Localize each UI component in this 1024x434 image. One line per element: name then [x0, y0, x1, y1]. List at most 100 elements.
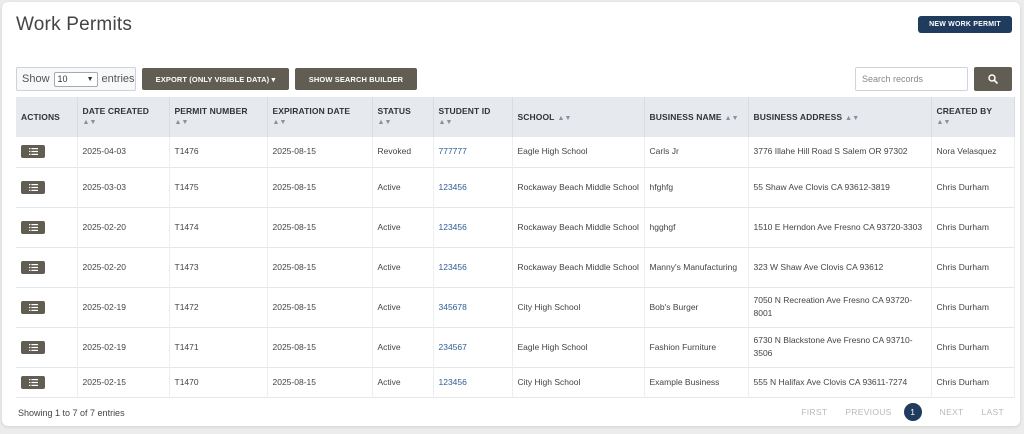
sort-icon: ▲▼ — [272, 119, 287, 126]
cell-created-by: Chris Durham — [931, 287, 1015, 327]
cell-date-created: 2025-02-20 — [77, 247, 170, 287]
list-icon — [28, 343, 38, 351]
cell-school: City High School — [512, 367, 645, 397]
table-row: 2025-02-19 T1471 2025-08-15 Active 234567 Eag… — [16, 327, 1015, 367]
cell-status: Active — [372, 167, 434, 207]
row-actions-button[interactable] — [21, 145, 45, 159]
export-button[interactable]: EXPORT (ONLY VISIBLE DATA) ▾ — [142, 68, 289, 90]
permits-table-wrapper: ACTIONS DATE CREATED ▲▼ PERMIT NUMBER ▲▼ E… — [16, 97, 1015, 398]
cell-permit-number: T1471 — [169, 327, 268, 367]
col-header-business-name[interactable]: BUSINESS NAME ▲▼ — [644, 97, 749, 137]
cell-status: Active — [372, 207, 434, 247]
pagination-last[interactable]: LAST — [982, 407, 1004, 417]
pagination-current-page[interactable]: 1 — [903, 403, 922, 421]
page-length-control: Show 10 ▼ entries — [16, 67, 136, 91]
sort-icon: ▲▼ — [557, 115, 572, 122]
cell-business-name: Fashion Furniture — [644, 327, 749, 367]
cell-school: Eagle High School — [512, 327, 645, 367]
cell-expiration-date: 2025-08-15 — [267, 167, 373, 207]
cell-business-name: Manny's Manufacturing — [644, 247, 749, 287]
permits-table: ACTIONS DATE CREATED ▲▼ PERMIT NUMBER ▲▼ E… — [16, 97, 1015, 398]
header-label: SCHOOL — [517, 112, 555, 122]
row-actions-button[interactable] — [21, 220, 45, 234]
sort-icon: ▲▼ — [724, 115, 739, 122]
header-label: STUDENT ID — [438, 106, 491, 116]
cell-student-id[interactable]: 234567 — [433, 327, 513, 367]
cell-business-name: hfghfg — [644, 167, 749, 207]
sort-icon: ▲▼ — [174, 119, 189, 126]
col-header-school[interactable]: SCHOOL ▲▼ — [512, 97, 645, 137]
table-row: 2025-03-03 T1475 2025-08-15 Active 123456 Roc… — [16, 167, 1015, 207]
cell-actions — [16, 207, 78, 247]
cell-expiration-date: 2025-08-15 — [267, 137, 373, 167]
cell-student-id[interactable]: 123456 — [433, 247, 513, 287]
col-header-permit-number[interactable]: PERMIT NUMBER ▲▼ — [169, 97, 268, 137]
row-actions-button[interactable] — [21, 300, 45, 314]
cell-date-created: 2025-02-19 — [77, 327, 170, 367]
cell-actions — [16, 327, 78, 367]
cell-student-id[interactable]: 123456 — [433, 167, 513, 207]
header-label: EXPIRATION DATE — [272, 106, 351, 116]
cell-business-address: 323 W Shaw Ave Clovis CA 93612 — [748, 247, 932, 287]
search-input[interactable] — [855, 67, 968, 91]
cell-actions — [16, 137, 78, 167]
cell-school: Eagle High School — [512, 137, 645, 167]
new-work-permit-button[interactable]: NEW WORK PERMIT — [918, 16, 1012, 33]
cell-expiration-date: 2025-08-15 — [267, 327, 373, 367]
row-actions-button[interactable] — [21, 180, 45, 194]
cell-permit-number: T1473 — [169, 247, 268, 287]
cell-business-address: 6730 N Blackstone Ave Fresno CA 93710-35… — [748, 327, 932, 367]
col-header-date-created[interactable]: DATE CREATED ▲▼ — [77, 97, 170, 137]
col-header-status[interactable]: STATUS ▲▼ — [372, 97, 434, 137]
entries-label: entries — [101, 73, 135, 85]
pagination-previous[interactable]: PREVIOUS — [845, 407, 891, 417]
search-icon — [988, 74, 998, 84]
table-row: 2025-02-20 T1474 2025-08-15 Active 123456 Roc… — [16, 207, 1015, 247]
cell-created-by: Nora Velasquez — [931, 137, 1015, 167]
header-label: PERMIT NUMBER — [174, 106, 248, 116]
col-header-created-by[interactable]: CREATED BY ▲▼ — [931, 97, 1015, 137]
cell-expiration-date: 2025-08-15 — [267, 207, 373, 247]
cell-student-id[interactable]: 123456 — [433, 207, 513, 247]
sort-icon: ▲▼ — [845, 115, 860, 122]
row-actions-button[interactable] — [21, 260, 45, 274]
cell-permit-number: T1476 — [169, 137, 268, 167]
page-length-value: 10 — [57, 74, 68, 84]
header-label: DATE CREATED — [82, 106, 150, 116]
show-search-builder-button[interactable]: SHOW SEARCH BUILDER — [295, 68, 417, 90]
cell-student-id[interactable]: 777777 — [433, 137, 513, 167]
cell-student-id[interactable]: 345678 — [433, 287, 513, 327]
sort-icon: ▲▼ — [438, 119, 453, 126]
col-header-expiration-date[interactable]: EXPIRATION DATE ▲▼ — [267, 97, 373, 137]
work-permits-card: Work Permits NEW WORK PERMIT Show 10 ▼ e… — [2, 2, 1020, 426]
row-actions-button[interactable] — [21, 375, 45, 389]
list-icon — [28, 148, 38, 156]
cell-expiration-date: 2025-08-15 — [267, 287, 373, 327]
header-label: BUSINESS NAME — [649, 112, 722, 122]
cell-business-address: 7050 N Recreation Ave Fresno CA 93720-80… — [748, 287, 932, 327]
show-label: Show — [22, 73, 50, 85]
table-header-row: ACTIONS DATE CREATED ▲▼ PERMIT NUMBER ▲▼ E… — [16, 97, 1015, 137]
row-actions-button[interactable] — [21, 340, 45, 354]
col-header-business-address[interactable]: BUSINESS ADDRESS ▲▼ — [748, 97, 932, 137]
search-button[interactable] — [974, 67, 1012, 91]
cell-expiration-date: 2025-08-15 — [267, 247, 373, 287]
cell-school: City High School — [512, 287, 645, 327]
table-toolbar: Show 10 ▼ entries EXPORT (ONLY VISIBLE D… — [16, 67, 1012, 91]
page-length-select[interactable]: 10 ▼ — [53, 71, 98, 87]
cell-expiration-date: 2025-08-15 — [267, 367, 373, 397]
pagination-first[interactable]: FIRST — [801, 407, 827, 417]
cell-student-id[interactable]: 123456 — [433, 367, 513, 397]
cell-status: Active — [372, 327, 434, 367]
table-row: 2025-04-03 T1476 2025-08-15 Revoked 777777 Ea… — [16, 137, 1015, 167]
list-icon — [28, 303, 38, 311]
header-label: CREATED BY — [936, 106, 993, 116]
pagination-next[interactable]: NEXT — [940, 407, 964, 417]
table-info: Showing 1 to 7 of 7 entries — [18, 408, 125, 418]
cell-permit-number: T1470 — [169, 367, 268, 397]
sort-icon: ▲▼ — [377, 119, 392, 126]
col-header-student-id[interactable]: STUDENT ID ▲▼ — [433, 97, 513, 137]
cell-status: Revoked — [372, 137, 434, 167]
sort-icon: ▲▼ — [936, 119, 951, 126]
header-label: ACTIONS — [21, 112, 60, 122]
